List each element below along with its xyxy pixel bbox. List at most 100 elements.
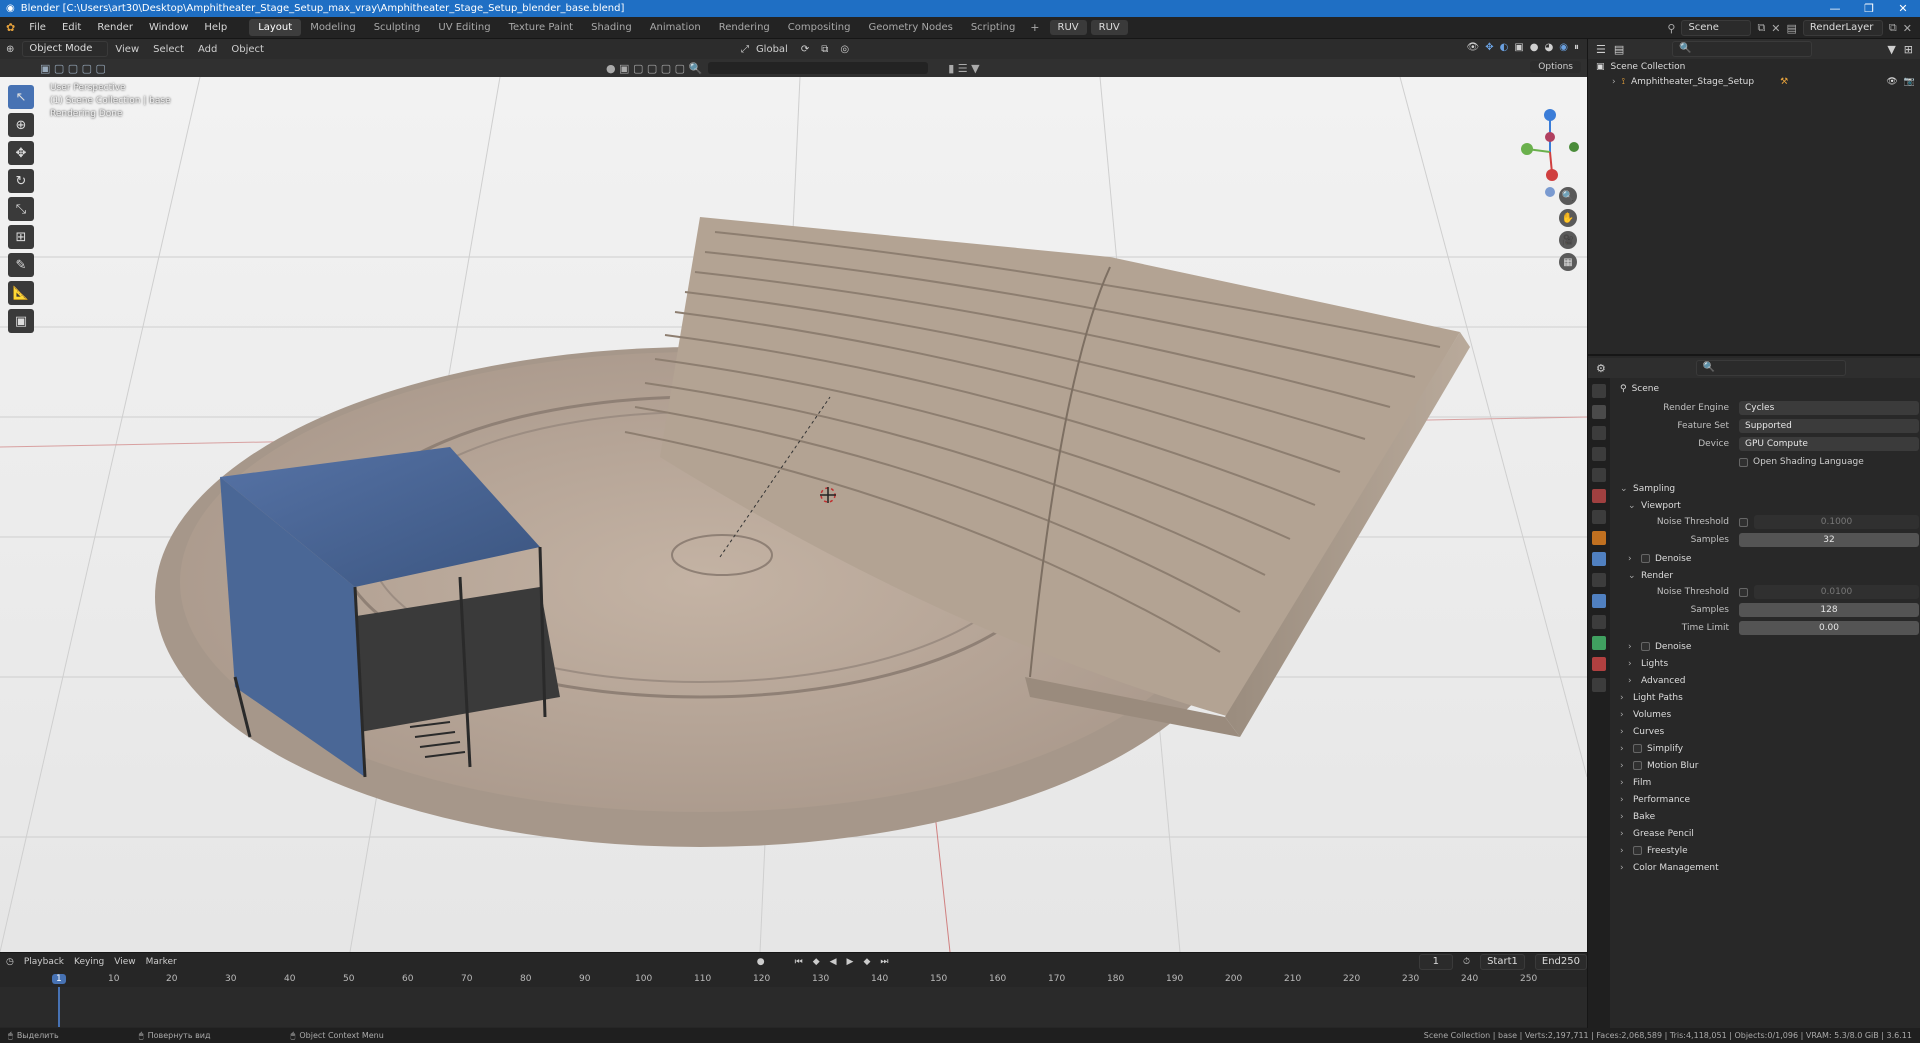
menu-object[interactable]: Object [224, 44, 271, 55]
pan-icon[interactable]: ✋ [1559, 209, 1577, 227]
play-reverse-icon[interactable]: ◀ [830, 957, 837, 967]
timeline-ruler[interactable]: 1 10 20 30 40 50 60 70 80 90 100 110 120… [0, 973, 1587, 987]
feature-set-dropdown[interactable]: Supported [1739, 419, 1919, 433]
menu-playback[interactable]: Playback [24, 957, 64, 967]
gizmo-icon[interactable]: ✥ [1485, 42, 1493, 53]
panel-motion-blur[interactable]: › Motion Blur [1614, 757, 1919, 774]
tab-scripting[interactable]: Scripting [962, 19, 1024, 36]
editor-type-icon[interactable]: ⊕ [6, 44, 14, 55]
panel-color-management[interactable]: › Color Management [1614, 859, 1919, 876]
menu-render[interactable]: Render [89, 22, 141, 33]
camera-view-icon[interactable]: 🎥 [1559, 231, 1577, 249]
material-tab-icon[interactable] [1592, 657, 1606, 671]
hide-eye-icon[interactable]: 👁 [1886, 77, 1897, 87]
simplify-checkbox[interactable] [1633, 744, 1642, 753]
ruv-button-2[interactable]: RUV [1090, 20, 1128, 35]
current-frame-field[interactable]: 1 [1418, 954, 1454, 970]
data-tab-icon[interactable] [1592, 636, 1606, 650]
timeline-editor-icon[interactable]: ◷ [6, 957, 14, 967]
r-noise-checkbox[interactable] [1739, 587, 1748, 597]
transform-orientation-dropdown[interactable]: Global [749, 44, 795, 55]
timeline[interactable]: ◷ Playback Keying View Marker ● ⏮ ◆ ◀ ▶ … [0, 952, 1587, 1028]
rotate-tool-icon[interactable]: ↻ [8, 169, 34, 193]
select-box-tool-icon[interactable]: ↖ [8, 85, 34, 109]
prev-key-icon[interactable]: ◆ [813, 957, 820, 967]
particles-tab-icon[interactable] [1592, 573, 1606, 587]
viewport-scene[interactable] [0, 77, 1587, 952]
panel-film[interactable]: › Film [1614, 774, 1919, 791]
tool-tab-icon[interactable] [1592, 384, 1606, 398]
texture-tab-icon[interactable] [1592, 678, 1606, 692]
3d-viewport[interactable]: ⊕ Object Mode View Select Add Object ⤢ G… [0, 39, 1587, 952]
playhead-frame[interactable]: 1 [52, 974, 66, 984]
render-engine-dropdown[interactable]: Cycles [1739, 401, 1919, 415]
renderlayer-field[interactable]: RenderLayer [1802, 20, 1883, 36]
sampling-panel[interactable]: ⌄ Sampling [1614, 480, 1919, 497]
panel-simplify[interactable]: › Simplify [1614, 740, 1919, 757]
tab-geometry-nodes[interactable]: Geometry Nodes [859, 19, 961, 36]
expand-arrow-icon[interactable]: › [1612, 77, 1616, 87]
properties-search-input[interactable]: 🔍 [1695, 360, 1846, 376]
r-denoise-checkbox[interactable] [1641, 642, 1650, 651]
jump-start-icon[interactable]: ⏮ [795, 957, 803, 967]
r-samples-field[interactable]: 128 [1739, 603, 1919, 617]
render-camera-icon[interactable]: 📷 [1904, 77, 1920, 87]
panel-bake[interactable]: › Bake [1614, 808, 1919, 825]
menu-select[interactable]: Select [146, 44, 191, 55]
add-cube-tool-icon[interactable]: ▣ [8, 309, 34, 333]
pause-render-icon[interactable]: ⏸ [1574, 42, 1579, 53]
vp-noise-field[interactable]: 0.1000 [1754, 515, 1919, 529]
constraints-tab-icon[interactable] [1592, 615, 1606, 629]
scene-tab-icon[interactable] [1592, 468, 1606, 482]
maximize-button[interactable]: ❐ [1852, 2, 1886, 15]
vp-denoise-checkbox[interactable] [1641, 554, 1650, 563]
minimize-button[interactable]: — [1818, 2, 1852, 15]
options-button[interactable]: Options [1530, 61, 1581, 73]
viewport-subpanel[interactable]: ⌄ Viewport [1614, 497, 1919, 514]
end-frame-field[interactable]: End 250 [1534, 954, 1587, 970]
jump-end-icon[interactable]: ⏭ [880, 957, 888, 967]
advanced-subpanel[interactable]: › Advanced [1614, 672, 1919, 689]
collection-tab-icon[interactable] [1592, 510, 1606, 524]
menu-marker[interactable]: Marker [146, 957, 177, 967]
add-workspace-icon[interactable]: + [1024, 21, 1045, 34]
menu-keying[interactable]: Keying [74, 957, 104, 967]
lights-subpanel[interactable]: › Lights [1614, 655, 1919, 672]
overlay-icon[interactable]: ◐ [1500, 42, 1509, 53]
new-collection-icon[interactable]: ⊞ [1904, 43, 1920, 56]
scene-field[interactable]: Scene [1681, 20, 1752, 36]
timeline-track[interactable] [0, 987, 1587, 1027]
stopwatch-icon[interactable]: ⏱ [1463, 957, 1470, 967]
rendered-shading-icon[interactable]: ◉ [1559, 42, 1568, 53]
render-subpanel[interactable]: ⌄ Render [1614, 567, 1919, 584]
filter-icons[interactable]: ● ▣ ▢ ▢ ▢ ▢ 🔍 [606, 62, 702, 75]
panel-freestyle[interactable]: › Freestyle [1614, 842, 1919, 859]
vp-denoise-subpanel[interactable]: › Denoise [1614, 550, 1919, 567]
outliner-editor-icon[interactable]: ☰ [1596, 43, 1606, 56]
vp-noise-checkbox[interactable] [1739, 517, 1748, 527]
panel-light-paths[interactable]: › Light Paths [1614, 689, 1919, 706]
menu-file[interactable]: File [21, 22, 54, 33]
outliner-search-input[interactable]: 🔍 [1672, 41, 1813, 57]
measure-tool-icon[interactable]: 📐 [8, 281, 34, 305]
ruv-button-1[interactable]: RUV [1049, 20, 1087, 35]
new-scene-icon[interactable]: ⧉ [1757, 21, 1765, 35]
cursor-tool-icon[interactable]: ⊕ [8, 113, 34, 137]
solid-shading-icon[interactable]: ● [1530, 42, 1539, 53]
tab-compositing[interactable]: Compositing [779, 19, 860, 36]
r-noise-field[interactable]: 0.0100 [1754, 585, 1919, 599]
output-tab-icon[interactable] [1592, 426, 1606, 440]
filter-icon[interactable]: ▼ [1887, 43, 1895, 56]
menu-help[interactable]: Help [196, 22, 235, 33]
osl-checkbox[interactable] [1739, 457, 1748, 467]
zoom-icon[interactable]: 🔍 [1559, 187, 1577, 205]
record-icon[interactable]: ● [757, 957, 765, 967]
vp-samples-field[interactable]: 32 [1739, 533, 1919, 547]
select-mode-icons[interactable]: ▣ ▢ ▢ ▢ ▢ [40, 62, 106, 75]
panel-curves[interactable]: › Curves [1614, 723, 1919, 740]
tab-layout[interactable]: Layout [249, 19, 302, 36]
visibility-icon[interactable]: 👁 [1467, 42, 1480, 53]
start-frame-field[interactable]: Start 1 [1480, 954, 1525, 970]
panel-performance[interactable]: › Performance [1614, 791, 1919, 808]
r-denoise-subpanel[interactable]: › Denoise [1614, 638, 1919, 655]
